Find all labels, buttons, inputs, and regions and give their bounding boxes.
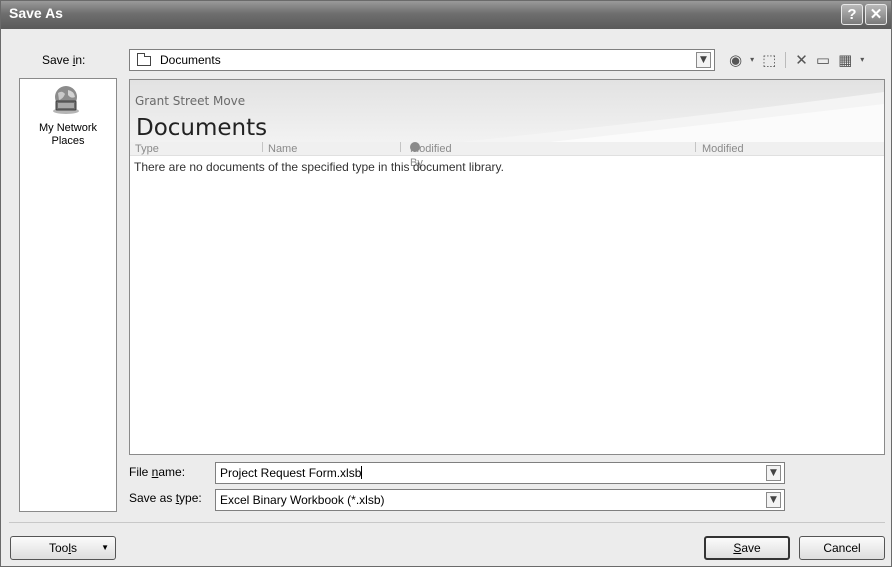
save-in-combo[interactable]: Documents ▼ [129,49,715,71]
column-divider [262,142,263,152]
column-header-row: Type Name Modified By Modified [130,142,884,169]
column-header-type[interactable]: Type [135,142,159,156]
network-places-icon [53,86,79,114]
views-icon[interactable]: ▦ [836,50,854,70]
save-as-type-select[interactable]: Excel Binary Workbook (*.xlsb) ▼ [215,489,785,511]
column-divider [695,142,696,152]
up-folder-icon[interactable]: ⬚ [760,50,778,70]
file-name-label: File name: [129,465,186,479]
button-divider [9,522,885,523]
file-name-input[interactable]: Project Request Form.xlsb ▼ [215,462,785,484]
place-my-network-places[interactable]: My Network Places [20,79,116,155]
toolbar-separator [785,52,787,68]
places-bar: My Network Places [19,78,117,512]
place-label: My Network Places [38,122,98,147]
back-dropdown-icon[interactable]: ▾ [748,50,756,70]
library-banner: Grant Street Move Documents [130,80,884,142]
save-in-label: Save in: [42,53,86,67]
delete-icon[interactable]: ✕ [793,50,810,70]
close-button[interactable]: ✕ [865,4,887,25]
text-caret [361,466,363,479]
toolbar: ◉ ▾ ⬚ ✕ ▭ ▦ ▾ [727,49,866,71]
column-header-name[interactable]: Name [268,142,297,156]
dialog-title: Save As [9,5,63,21]
back-icon[interactable]: ◉ [727,50,744,70]
folder-icon [137,53,151,66]
empty-library-message: There are no documents of the specified … [134,160,504,174]
chevron-down-icon[interactable]: ▼ [766,465,781,481]
save-as-dialog: Save As ? ✕ Save in: Documents ▼ ◉ ▾ ⬚ ✕… [0,0,892,567]
column-divider [400,142,401,152]
new-folder-icon[interactable]: ▭ [814,50,832,70]
save-button[interactable]: Save [704,536,790,560]
views-dropdown-icon[interactable]: ▾ [858,50,866,70]
save-in-value: Documents [160,53,221,67]
save-as-type-label: Save as type: [129,491,202,505]
tools-button[interactable]: Tools ▼ [10,536,116,560]
save-as-type-value: Excel Binary Workbook (*.xlsb) [220,493,385,507]
file-name-value: Project Request Form.xlsb [220,466,363,480]
cancel-button[interactable]: Cancel [799,536,885,560]
chevron-down-icon[interactable]: ▼ [766,492,781,508]
title-bar[interactable]: Save As ? ✕ [1,1,891,29]
library-title: Documents [136,115,268,141]
site-name: Grant Street Move [135,94,246,108]
chevron-down-icon: ▼ [101,543,109,552]
file-list-view[interactable]: Grant Street Move Documents Type Name Mo… [129,79,885,455]
chevron-down-icon[interactable]: ▼ [696,52,711,68]
column-header-modified[interactable]: Modified [702,142,744,156]
help-button[interactable]: ? [841,4,863,25]
